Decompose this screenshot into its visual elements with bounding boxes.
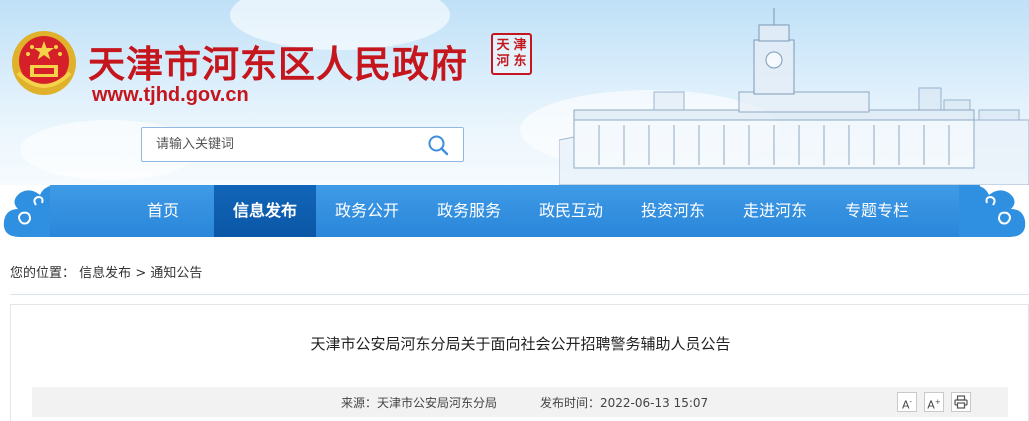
nav-item-government-services[interactable]: 政务服务 [418,185,520,237]
article-title: 天津市公安局河东分局关于面向社会公开招聘警务辅助人员公告 [310,335,731,353]
nav-items: 首页 信息发布 政务公开 政务服务 政民互动 投资河东 走进河东 专题专栏 [112,185,928,237]
search-input[interactable] [156,128,416,161]
print-icon [954,395,968,409]
article-meta-bar: 来源：天津市公安局河东分局 发布时间：2022-06-13 15:07 A- A… [32,387,1008,417]
site-header: 天津市河东区人民政府 www.tjhd.gov.cn 天 津 河 东 [0,0,1029,185]
breadcrumb: 您的位置： 信息发布 > 通知公告 [10,262,202,281]
breadcrumb-separator: > [135,266,147,281]
nav-item-public-interaction[interactable]: 政民互动 [520,185,622,237]
font-decrease-label: A [901,398,910,412]
breadcrumb-divider [10,294,1029,295]
breadcrumb-prefix: 您的位置： [10,266,76,281]
seal-char: 天 [496,38,510,53]
font-increase-button[interactable]: A+ [924,392,944,412]
nav-item-info-release[interactable]: 信息发布 [214,185,316,237]
font-increase-label: A [927,398,935,412]
font-decrease-button[interactable]: A- [897,392,917,412]
nav-item-government-affairs[interactable]: 政务公开 [316,185,418,237]
font-decrease-mark: - [909,398,913,406]
article-panel: 天津市公安局河东分局关于面向社会公开招聘警务辅助人员公告 来源：天津市公安局河东… [10,304,1029,421]
site-url: www.tjhd.gov.cn [92,84,249,106]
nav-item-invest-hedong[interactable]: 投资河东 [622,185,724,237]
search-box [141,127,464,162]
font-increase-mark: + [934,398,941,406]
nav-item-special-topics[interactable]: 专题专栏 [826,185,928,237]
print-button[interactable] [951,392,971,412]
national-emblem-icon [12,31,76,95]
seal-char: 东 [513,54,527,69]
site-title: 天津市河东区人民政府 [88,42,468,86]
nav-right-cloud-ornament [959,185,1026,237]
article-publish-time: 发布时间：2022-06-13 15:07 [540,396,709,410]
tianjin-station-illustration [559,8,1029,185]
hedong-seal-logo: 天 津 河 东 [491,33,532,75]
search-icon[interactable] [427,134,449,156]
nav-item-explore-hedong[interactable]: 走进河东 [724,185,826,237]
nav-item-home[interactable]: 首页 [112,185,214,237]
seal-char: 河 [496,54,510,69]
main-nav: 首页 信息发布 政务公开 政务服务 政民互动 投资河东 走进河东 专题专栏 [0,185,1029,237]
seal-char: 津 [513,38,527,53]
article-source: 来源：天津市公安局河东分局 [341,396,498,410]
breadcrumb-link-notices[interactable]: 通知公告 [150,266,202,281]
breadcrumb-link-info-release[interactable]: 信息发布 [79,266,131,281]
